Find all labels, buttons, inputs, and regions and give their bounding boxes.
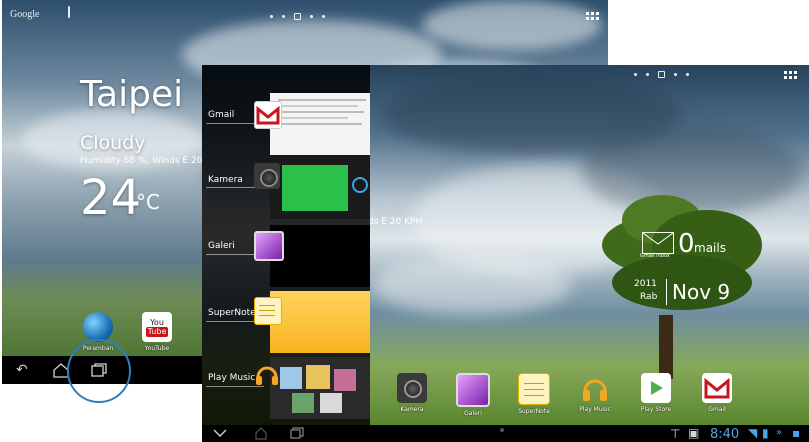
mail-count: 0 bbox=[678, 229, 695, 259]
back-top-bar: Google bbox=[2, 0, 608, 26]
dock-label: SuperNote bbox=[518, 408, 550, 415]
usb-icon: ⊤ bbox=[670, 427, 681, 441]
mic-icon[interactable] bbox=[68, 6, 70, 18]
app-drawer-icon[interactable] bbox=[586, 12, 599, 20]
gallery-icon bbox=[456, 373, 490, 407]
play-store-icon bbox=[641, 373, 671, 403]
mail-word: mails bbox=[694, 241, 726, 255]
page-dot bbox=[270, 15, 273, 18]
google-search-logo[interactable]: Google bbox=[10, 9, 39, 20]
dock-gmail[interactable]: Gmail bbox=[687, 373, 747, 413]
recent-item-galeri[interactable]: Galeri bbox=[202, 225, 370, 287]
recent-item-label: SuperNote bbox=[208, 308, 256, 318]
page-dot bbox=[310, 15, 313, 18]
weather-details-partial: ds E 20 KPH bbox=[368, 217, 423, 227]
weather-condition: Cloudy bbox=[80, 132, 146, 154]
front-page-indicator bbox=[634, 71, 689, 78]
recent-apps-icon[interactable] bbox=[290, 427, 304, 439]
wifi-icon: ◥ bbox=[748, 426, 758, 440]
mail-inbox-label: Gmail Inbox bbox=[640, 253, 670, 259]
youtube-icon: You Tube bbox=[142, 312, 172, 342]
recent-item-supernote[interactable]: SuperNote bbox=[202, 291, 370, 353]
recent-apps-panel: Gmail Kamera Galeri SuperNote Play Music bbox=[202, 65, 370, 425]
dock-galeri[interactable]: Galeri bbox=[443, 373, 503, 417]
app-label: YouTube bbox=[144, 345, 170, 352]
play-music-thumbnail bbox=[270, 357, 370, 419]
dock-label: Gmail bbox=[708, 406, 726, 413]
gmail-icon bbox=[702, 373, 732, 403]
camera-thumbnail bbox=[270, 157, 370, 219]
camera-icon bbox=[397, 373, 427, 403]
tree-trunk bbox=[659, 315, 673, 379]
fast-forward-icon: » bbox=[776, 427, 783, 438]
page-indicator bbox=[270, 13, 325, 20]
page-dot bbox=[322, 15, 325, 18]
home-icon[interactable] bbox=[254, 426, 268, 440]
back-icon[interactable]: ↶ bbox=[16, 363, 28, 377]
recent-item-play-music[interactable]: Play Music bbox=[202, 357, 370, 419]
calendar-year: 2011 bbox=[634, 279, 657, 289]
recent-item-gmail[interactable]: Gmail bbox=[202, 93, 370, 155]
headphones-icon bbox=[580, 373, 610, 403]
dock-label: Play Music bbox=[579, 406, 611, 413]
dock-label: Galeri bbox=[464, 410, 482, 417]
highlight-circle bbox=[67, 339, 131, 403]
home-page-icon bbox=[294, 13, 301, 20]
calendar-separator bbox=[666, 279, 667, 305]
weather-city: Taipei bbox=[80, 74, 184, 115]
camera-icon bbox=[254, 163, 280, 189]
gmail-thumbnail bbox=[270, 93, 370, 155]
dock-label: Play Store bbox=[640, 406, 672, 413]
calendar-date: Nov 9 bbox=[672, 280, 731, 304]
notification-icon: ▪ bbox=[792, 426, 801, 440]
dock-play-store[interactable]: Play Store bbox=[626, 373, 686, 413]
youtube-icon-text-top: You bbox=[150, 317, 164, 327]
image-notification-icon[interactable]: ▣ bbox=[688, 427, 699, 439]
page-dot bbox=[282, 15, 285, 18]
hide-keyboard-icon[interactable] bbox=[212, 428, 228, 438]
dock-label: Kamera bbox=[400, 406, 424, 413]
recent-item-label: Galeri bbox=[208, 241, 235, 251]
dot-icon bbox=[500, 428, 504, 432]
dock-supernote[interactable]: SuperNote bbox=[504, 373, 564, 415]
recent-item-label: Gmail bbox=[208, 110, 235, 120]
front-app-drawer-icon[interactable] bbox=[784, 71, 797, 79]
weather-temperature: 24 bbox=[80, 170, 142, 226]
youtube-icon-text-bottom: Tube bbox=[145, 326, 169, 337]
front-home-screen: ds E 20 KPH 0 mails Gmail Inbox 2011 Rab… bbox=[202, 65, 809, 442]
dock-kamera[interactable]: Kamera bbox=[382, 373, 442, 413]
weather-unit: °C bbox=[136, 190, 160, 214]
calendar-weekday: Rab bbox=[640, 292, 658, 302]
gmail-icon bbox=[254, 101, 282, 129]
front-navigation-bar: ⊤ ▣ 8:40 ◥ ▮ » ▪ bbox=[202, 425, 809, 442]
recent-item-kamera[interactable]: Kamera bbox=[202, 157, 370, 219]
supernote-thumbnail bbox=[270, 291, 370, 353]
dock-play-music[interactable]: Play Music bbox=[565, 373, 625, 413]
supernote-icon bbox=[518, 373, 550, 405]
headphones-icon bbox=[254, 361, 280, 387]
gallery-thumbnail bbox=[270, 225, 370, 287]
status-clock[interactable]: 8:40 bbox=[710, 427, 739, 442]
battery-icon: ▮ bbox=[762, 426, 769, 440]
mail-envelope-icon bbox=[642, 232, 674, 254]
gallery-icon bbox=[254, 231, 284, 261]
recent-item-label: Kamera bbox=[208, 175, 243, 185]
app-youtube[interactable]: You Tube YouTube bbox=[129, 312, 185, 352]
globe-icon bbox=[83, 312, 113, 342]
recent-item-label: Play Music bbox=[208, 373, 256, 383]
supernote-icon bbox=[254, 297, 282, 325]
